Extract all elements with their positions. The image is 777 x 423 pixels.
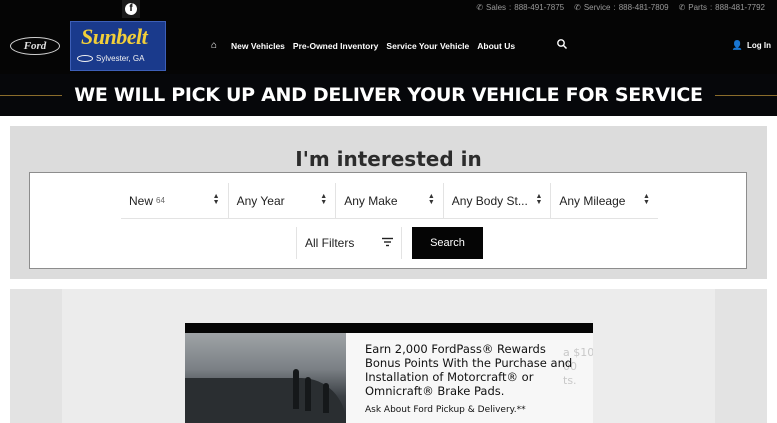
- user-icon: 👤: [731, 40, 743, 50]
- ford-logo-text: Ford: [23, 40, 47, 52]
- nav-new-vehicles[interactable]: New Vehicles: [231, 41, 285, 51]
- promo-photo-person: [305, 377, 311, 411]
- ford-logo[interactable]: Ford: [10, 37, 60, 55]
- dealer-location: Sylvester, GA: [96, 54, 145, 63]
- phone-icon: ✆: [678, 3, 686, 12]
- make-value: Any Make: [344, 193, 398, 208]
- parts-number: 888-481-7792: [715, 3, 765, 12]
- phone-icon: ✆: [574, 3, 581, 12]
- dealer-location-row: Sylvester, GA: [77, 54, 144, 63]
- facebook-icon: f: [125, 3, 137, 15]
- promo-photo-hillside: [185, 378, 346, 423]
- search-button[interactable]: Search: [412, 227, 483, 259]
- sales-phone[interactable]: ✆ Sales: 888-491-7875: [476, 3, 564, 12]
- login-label: Log In: [747, 41, 771, 50]
- dealer-name: Sunbelt: [81, 24, 148, 49]
- banner-divider-left: [0, 94, 63, 96]
- contact-phones: ✆ Sales: 888-491-7875 ✆ Service: 888-481…: [476, 3, 765, 12]
- promo-photo: [185, 333, 346, 423]
- condition-value: New: [129, 193, 154, 208]
- home-icon[interactable]: ⌂: [211, 40, 217, 51]
- updown-arrow-icon: ▲ ▼: [212, 193, 220, 206]
- service-number: 888-481-7809: [618, 3, 669, 12]
- sales-number: 888-491-7875: [514, 3, 565, 12]
- filter-icon: [382, 237, 393, 247]
- facebook-link[interactable]: f: [122, 0, 140, 18]
- nav-pre-owned[interactable]: Pre-Owned Inventory: [293, 41, 379, 51]
- vehicle-search-section: I'm interested in New 64 ▲ ▼ Any Year ▲ ▼ …: [10, 126, 767, 279]
- updown-arrow-icon: ▲ ▼: [320, 193, 328, 206]
- filter-row: New 64 ▲ ▼ Any Year ▲ ▼ Any Make ▲ ▼ Any Bo…: [121, 183, 658, 219]
- promo-photo-person: [293, 369, 299, 409]
- updown-arrow-icon: ▲ ▼: [427, 193, 435, 206]
- updown-arrow-icon: ▲ ▼: [643, 193, 650, 206]
- all-filters-label: All Filters: [305, 236, 355, 250]
- promo-headline: Earn 2,000 FordPass® Rewards Bonus Point…: [365, 342, 573, 398]
- sales-label: Sales: [486, 3, 507, 12]
- top-utility-bar: f ✆ Sales: 888-491-7875 ✆ Service: 888-4…: [0, 0, 777, 18]
- promo-top-bar: [185, 323, 593, 333]
- condition-select[interactable]: New 64 ▲ ▼: [121, 183, 229, 218]
- ford-oval-icon: [77, 55, 93, 62]
- search-icon[interactable]: [556, 38, 568, 50]
- nav-service[interactable]: Service Your Vehicle: [386, 41, 469, 51]
- mileage-select[interactable]: Any Mileage ▲ ▼: [551, 183, 658, 218]
- search-panel: New 64 ▲ ▼ Any Year ▲ ▼ Any Make ▲ ▼ Any Bo…: [29, 172, 747, 269]
- make-select[interactable]: Any Make ▲ ▼: [336, 183, 444, 218]
- service-banner[interactable]: WE WILL PICK UP AND DELIVER YOUR VEHICLE…: [0, 74, 777, 116]
- phone-icon: ✆: [476, 3, 484, 12]
- main-header: Ford Sunbelt Sylvester, GA ⌂ New Vehicle…: [0, 18, 777, 74]
- carousel-next-slide[interactable]: [715, 289, 767, 423]
- banner-text: WE WILL PICK UP AND DELIVER YOUR VEHICLE…: [74, 84, 703, 106]
- service-label: Service: [583, 3, 611, 12]
- login-link[interactable]: 👤 Log In: [732, 40, 771, 51]
- banner-divider-right: [714, 94, 777, 96]
- service-phone[interactable]: ✆ Service: 888-481-7809: [574, 3, 668, 12]
- promo-photo-person: [323, 383, 329, 413]
- mileage-value: Any Mileage: [559, 193, 626, 208]
- year-select[interactable]: Any Year ▲ ▼: [229, 183, 337, 218]
- main-nav: ⌂ New Vehicles Pre-Owned Inventory Servi…: [211, 40, 515, 51]
- body-style-select[interactable]: Any Body St... ▲ ▼: [444, 183, 552, 218]
- nav-about-us[interactable]: About Us: [477, 41, 515, 51]
- promo-slide[interactable]: a $100 00 ts. Earn 2,000 FordPass® Rewar…: [185, 323, 593, 423]
- search-title: I'm interested in: [295, 147, 482, 171]
- parts-label: Parts: [688, 3, 707, 12]
- all-filters-button[interactable]: All Filters: [296, 227, 402, 259]
- updown-arrow-icon: ▲ ▼: [535, 193, 543, 206]
- year-value: Any Year: [236, 193, 285, 208]
- parts-phone[interactable]: ✆ Parts: 888-481-7792: [679, 3, 765, 12]
- carousel-prev-slide[interactable]: [10, 289, 62, 423]
- dealer-logo[interactable]: Sunbelt Sylvester, GA: [70, 21, 166, 71]
- condition-count: 64: [156, 196, 165, 205]
- body-style-value: Any Body St...: [451, 193, 528, 208]
- promo-subline: Ask About Ford Pickup & Delivery.**: [365, 405, 526, 415]
- promo-carousel: a $100 00 ts. Earn 2,000 FordPass® Rewar…: [10, 289, 767, 423]
